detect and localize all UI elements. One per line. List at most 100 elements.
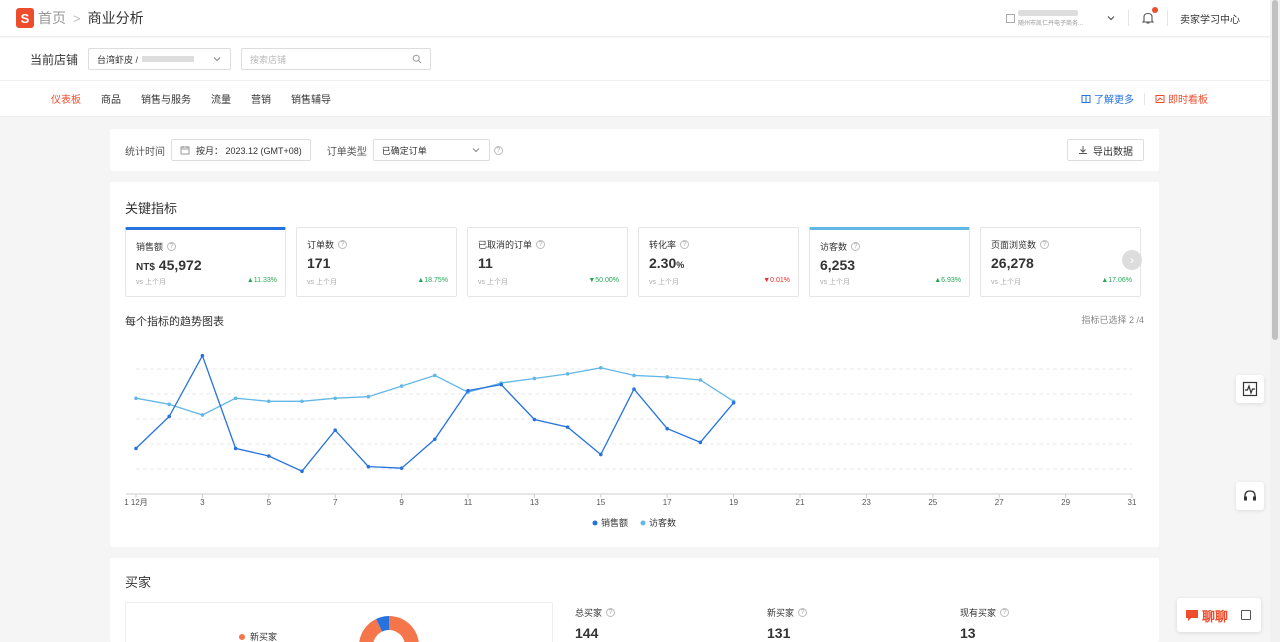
order-type-label: 订单类型	[326, 146, 367, 158]
metric-card-page-views[interactable]: 页面浏览数? 26,278 vs 上个月 ▲17.06%	[980, 227, 1141, 297]
help-icon[interactable]: ?	[1000, 608, 1010, 617]
store-search-input[interactable]: 搜索店铺	[241, 48, 432, 70]
page-title: 商业分析	[87, 10, 144, 26]
stat-label: 新买家	[767, 608, 795, 618]
learn-more-label: 了解更多	[1094, 95, 1134, 106]
data-point	[665, 426, 669, 431]
tab-traffic[interactable]: 流量	[211, 81, 231, 116]
account-menu[interactable]: 随州市凯仁丹电子商务...	[1018, 9, 1100, 27]
shopee-logo-icon[interactable]: S	[16, 8, 34, 28]
data-point	[167, 402, 171, 407]
buyers-card: 买家 新买家 总买家? 144 新买家? 131 现有买家? 13	[110, 558, 1159, 642]
tab-sales-coaching[interactable]: 销售辅导	[291, 81, 331, 116]
stat-label: 总买家	[575, 608, 603, 618]
metric-change: 6.93%	[941, 277, 961, 284]
help-icon[interactable]: ?	[798, 608, 808, 617]
stat-value: 13	[960, 625, 976, 641]
tab-marketing[interactable]: 营销	[251, 81, 271, 116]
data-point	[433, 437, 437, 442]
help-icon[interactable]: ?	[493, 145, 503, 155]
metric-value: 6,253	[820, 257, 856, 273]
data-point	[366, 464, 371, 469]
metrics-next-button[interactable]: ›	[1122, 250, 1142, 270]
date-picker[interactable]: 按月： 2023.12 (GMT+08)	[171, 139, 311, 161]
tab-sales-service[interactable]: 销售与服务	[141, 81, 191, 116]
metric-card-conversion-rate[interactable]: 转化率? 2.30% vs 上个月 ▼0.01%	[638, 227, 799, 297]
x-tick-label: 23	[862, 498, 871, 507]
x-tick-label: 17	[663, 498, 672, 507]
edit-chart-icon	[1155, 94, 1165, 103]
stat-existing-buyers: 现有买家? 13	[960, 606, 1010, 641]
metric-card-orders[interactable]: 订单数? 171 vs 上个月 ▲18.75%	[296, 227, 457, 297]
metric-change: 0.01%	[770, 277, 790, 284]
help-icon[interactable]: ?	[338, 240, 348, 249]
chevron-down-icon[interactable]	[1106, 13, 1116, 23]
notification-bell-icon[interactable]	[1141, 7, 1158, 25]
metric-card-cancelled-orders[interactable]: 已取消的订单? 11 vs 上个月 ▼50.00%	[467, 227, 628, 297]
metric-value: 45,972	[158, 257, 202, 273]
x-tick-label: 15	[596, 498, 605, 507]
key-metrics-title: 关键指标	[125, 201, 178, 216]
realtime-dashboard-link[interactable]: 即时看板	[1155, 91, 1208, 106]
shop-subtitle: 随州市凯仁丹电子商务...	[1018, 20, 1084, 27]
tab-dashboard[interactable]: 仪表板	[51, 81, 81, 116]
export-data-button[interactable]: 导出数据	[1067, 139, 1144, 161]
chevron-down-icon	[472, 148, 480, 153]
data-point	[599, 452, 603, 457]
help-icon[interactable]: ?	[680, 240, 690, 249]
divider	[1144, 92, 1145, 105]
metric-unit: %	[676, 260, 685, 270]
trend-chart-title: 每个指标的趋势图表	[125, 316, 224, 328]
metric-vs-label: vs 上个月	[478, 279, 508, 286]
stat-value: 131	[767, 625, 791, 641]
search-icon[interactable]	[412, 54, 422, 64]
divider	[1167, 10, 1168, 26]
page-scrollbar[interactable]	[1270, 0, 1280, 642]
metric-change: 18.75%	[424, 277, 448, 284]
buyers-pie-chart	[359, 616, 419, 642]
metric-card-sales[interactable]: 销售额? NT$ 45,972 vs 上个月 ▲11.33%	[125, 227, 286, 297]
expand-icon[interactable]	[1241, 610, 1251, 620]
chevron-right-icon: >	[73, 10, 81, 26]
chat-button[interactable]: 聊聊	[1177, 598, 1261, 632]
data-point	[532, 417, 537, 422]
pie-legend-new-buyers: 新买家	[239, 630, 277, 642]
store-label: 当前店铺	[30, 52, 79, 67]
metric-vs-label: vs 上个月	[307, 279, 337, 286]
time-label: 统计时间	[125, 146, 165, 158]
scrollbar-thumb[interactable]	[1272, 0, 1278, 340]
data-point	[399, 384, 404, 388]
realtime-float-button[interactable]	[1236, 375, 1264, 403]
metric-card-visitors[interactable]: 访客数? 6,253 vs 上个月 ▲6.93%	[809, 227, 970, 297]
data-point	[399, 466, 404, 470]
legend-label: 销售额	[601, 517, 628, 528]
store-selector-bar: 当前店铺 台湾虾皮 / 搜索店铺	[0, 38, 1270, 80]
buyers-title: 买家	[125, 575, 152, 590]
help-icon[interactable]: ?	[851, 242, 861, 251]
headset-icon	[1244, 490, 1256, 501]
export-label: 导出数据	[1093, 146, 1133, 158]
help-icon[interactable]: ?	[536, 240, 546, 249]
data-point	[665, 375, 669, 379]
help-icon[interactable]: ?	[1040, 240, 1050, 249]
data-point	[134, 446, 138, 451]
realtime-dashboard-label: 即时看板	[1168, 95, 1208, 106]
help-icon[interactable]: ?	[167, 242, 177, 251]
chat-bubble-icon	[1186, 610, 1198, 621]
help-icon[interactable]: ?	[606, 608, 616, 617]
data-point	[300, 469, 304, 473]
learn-more-link[interactable]: 了解更多	[1081, 91, 1134, 106]
metric-value: 171	[307, 255, 331, 271]
support-float-button[interactable]	[1236, 482, 1264, 510]
trend-selected-count: 指标已选择 2 /4	[1081, 315, 1144, 325]
legend-dot	[239, 633, 245, 640]
tab-products[interactable]: 商品	[101, 81, 121, 116]
store-select[interactable]: 台湾虾皮 /	[88, 48, 232, 70]
learning-center-link[interactable]: 卖家学习中心	[1180, 11, 1240, 26]
data-point	[698, 440, 703, 445]
breadcrumb-home[interactable]: 首页	[38, 8, 66, 28]
data-point	[731, 401, 736, 405]
metric-value: 2.30	[649, 255, 677, 271]
order-type-select[interactable]: 已确定订单	[372, 139, 490, 161]
store-select-value: 台湾虾皮 /	[97, 54, 139, 65]
